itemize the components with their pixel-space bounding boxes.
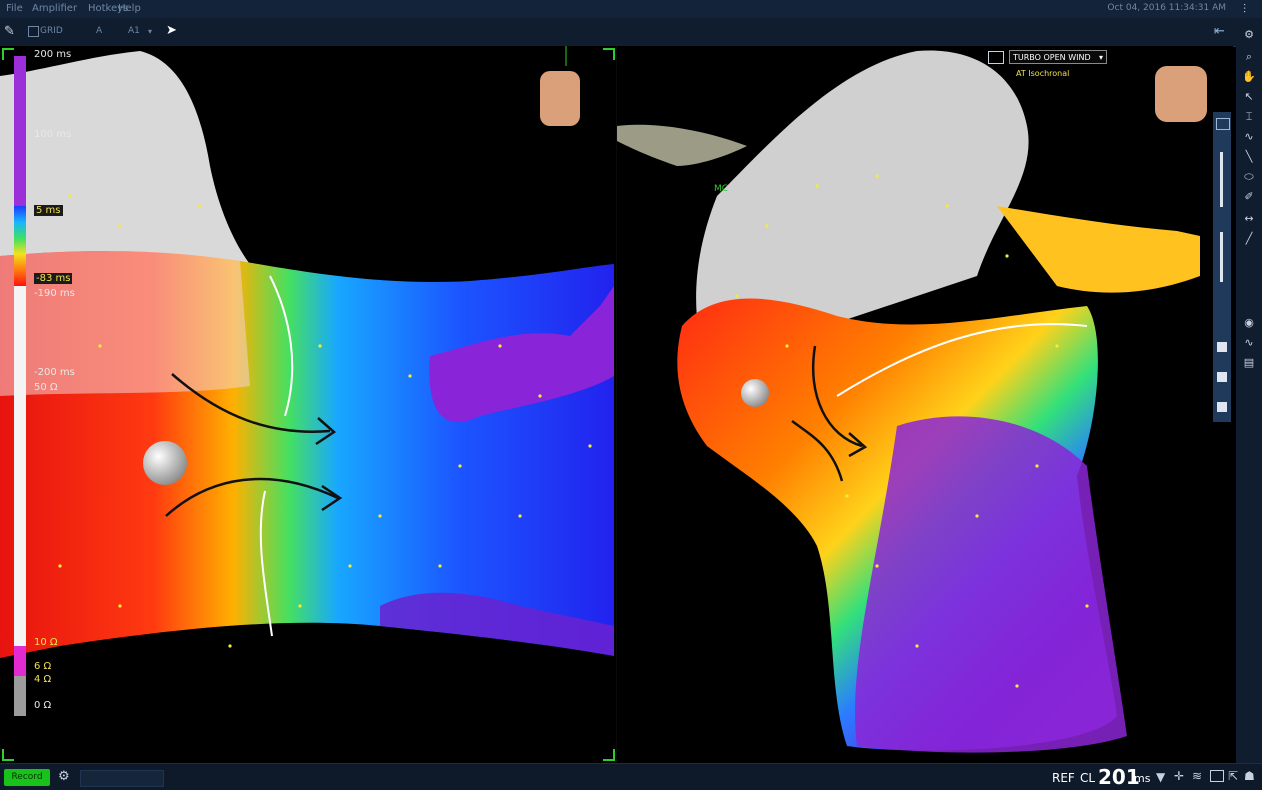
layers-icon[interactable]: ≋ (1192, 769, 1202, 783)
line-tool-icon[interactable]: ╲ (1242, 150, 1256, 164)
scale-label-5ms[interactable]: 5 ms (34, 205, 63, 216)
scale-gray-band (14, 676, 26, 716)
ref-label: REF (1052, 771, 1075, 785)
width-tool-icon[interactable]: ↔ (1242, 212, 1256, 226)
status-bar: Record ⚙ REF CL 201 ms ▼ ✛ ≋ ⇱ ☗ (0, 763, 1262, 790)
scale-label-100ms: 100 ms (34, 129, 72, 140)
torso-view-icon[interactable] (1217, 342, 1227, 352)
torso-view-icon-3[interactable] (1217, 402, 1227, 412)
menu-file[interactable]: File (6, 3, 23, 14)
left-torso-orientation-icon (540, 46, 580, 126)
scale-label-200ms: 200 ms (34, 49, 72, 60)
curve-tool-icon[interactable]: ∿ (1242, 130, 1256, 144)
pen-tool-icon[interactable]: ✎ (4, 24, 15, 39)
probe-tool-icon[interactable]: ╱ (1242, 232, 1256, 246)
torso-view-icon-2[interactable] (1217, 372, 1227, 382)
brush-tool-icon[interactable]: ✐ (1242, 190, 1256, 204)
right-torso-orientation-icon (1155, 66, 1207, 122)
scale-gradient-band (14, 206, 26, 286)
left-activation-map (0, 46, 614, 658)
eye-icon[interactable]: ◉ (1242, 316, 1256, 330)
scale-label-10ohm: 10 Ω (34, 637, 58, 648)
settings-sliders-icon[interactable]: ⫶ (1243, 2, 1246, 17)
measure-icon[interactable]: ⌶ (1242, 110, 1256, 124)
menu-help[interactable]: Help (118, 3, 141, 14)
ellipse-tool-icon[interactable]: ⬭ (1242, 170, 1256, 184)
printer-icon[interactable] (1210, 770, 1224, 782)
menu-amplifier[interactable]: Amplifier (32, 3, 77, 14)
gear-icon[interactable]: ⚙ (58, 769, 70, 784)
right-activation-map: MC (617, 50, 1207, 753)
status-input-field[interactable] (80, 770, 164, 787)
right-map-vessel-right (997, 206, 1200, 293)
crosshair-icon[interactable]: ✛ (1174, 769, 1184, 783)
view-dropdown[interactable]: TURBO OPEN WIND ▾ (1009, 50, 1107, 64)
map-type-label: AT Isochronal (1016, 69, 1070, 78)
activation-color-scale[interactable] (14, 56, 30, 716)
scale-label-50ohm: 50 Ω (34, 382, 58, 393)
export-icon[interactable]: ⇱ (1228, 769, 1238, 783)
right-catheter-tip-sphere (741, 379, 769, 407)
right-map-late-zone (855, 416, 1127, 753)
chevron-down-icon: ▾ (1098, 53, 1103, 62)
scale-white-band (14, 286, 26, 646)
grid-icon[interactable] (28, 26, 39, 37)
left-map-viewport[interactable] (0, 46, 616, 763)
scale-label-4ohm: 4 Ω (34, 674, 52, 685)
right-map-vessel-left (617, 124, 747, 166)
grid-button[interactable]: GRID (40, 26, 63, 36)
record-button[interactable]: Record (4, 769, 50, 786)
channel-a1-select[interactable]: A1 (128, 26, 140, 36)
gear-icon[interactable]: ⚙ (1242, 28, 1256, 42)
viewport-corner-tl (2, 48, 14, 60)
left-map-tissue-gray (0, 51, 260, 286)
select-arrow-icon[interactable]: ↖ (1242, 90, 1256, 104)
scale-label-minus83ms[interactable]: -83 ms (34, 273, 73, 284)
collapse-panel-icon[interactable]: ⇤ (1214, 24, 1225, 39)
menu-bar: File Amplifier Hotkeys Help Oct 04, 2016… (0, 0, 1262, 18)
right-map-viewport[interactable]: MC (617, 46, 1233, 763)
right-toolbar: ⚙ ⌕ ✋ ↖ ⌶ ∿ ╲ ⬭ ✐ ↔ ╱ ◉ ∿ ▤ (1236, 18, 1262, 763)
slider-track-2[interactable] (1220, 232, 1223, 282)
viewport-corner-br (603, 749, 615, 761)
top-toolbar: ✎ GRID A A1 ▾ ➤ ⇤ (0, 18, 1262, 47)
layers-icon[interactable]: ▤ (1242, 356, 1256, 370)
datetime-readout: Oct 04, 2016 11:34:31 AM (1107, 3, 1226, 13)
viewport-corner-bl (2, 749, 14, 761)
cl-label: CL (1080, 771, 1096, 785)
map-marker-label: MC (714, 184, 728, 194)
scale-magenta-band (14, 646, 26, 676)
scale-label-0ohm: 0 Ω (34, 700, 52, 711)
scale-label-minus200ms: -200 ms (34, 367, 75, 378)
signal-icon[interactable]: ∿ (1242, 336, 1256, 350)
map-display-icon[interactable] (1216, 118, 1230, 130)
pointer-cursor-icon[interactable]: ➤ (166, 23, 177, 38)
scale-label-minus190ms: -190 ms (34, 288, 75, 299)
catheter-tip-sphere (143, 441, 187, 485)
channel-a-select[interactable]: A (96, 26, 102, 36)
hand-pan-icon[interactable]: ✋ (1242, 70, 1256, 84)
scale-purple-band (14, 56, 26, 206)
cycle-length-unit: ms (1134, 772, 1151, 785)
view-mini-toolbar (1213, 112, 1231, 422)
scale-label-6ohm: 6 Ω (34, 661, 52, 672)
torso-status-icon[interactable]: ☗ (1244, 769, 1255, 783)
view-settings-icon[interactable] (988, 51, 1004, 64)
viewport-corner-tr (603, 48, 615, 60)
comment-icon[interactable]: ▼ (1156, 770, 1165, 784)
slider-track[interactable] (1220, 152, 1223, 207)
chevron-down-icon[interactable]: ▾ (148, 27, 152, 36)
magnifier-icon[interactable]: ⌕ (1242, 50, 1256, 64)
